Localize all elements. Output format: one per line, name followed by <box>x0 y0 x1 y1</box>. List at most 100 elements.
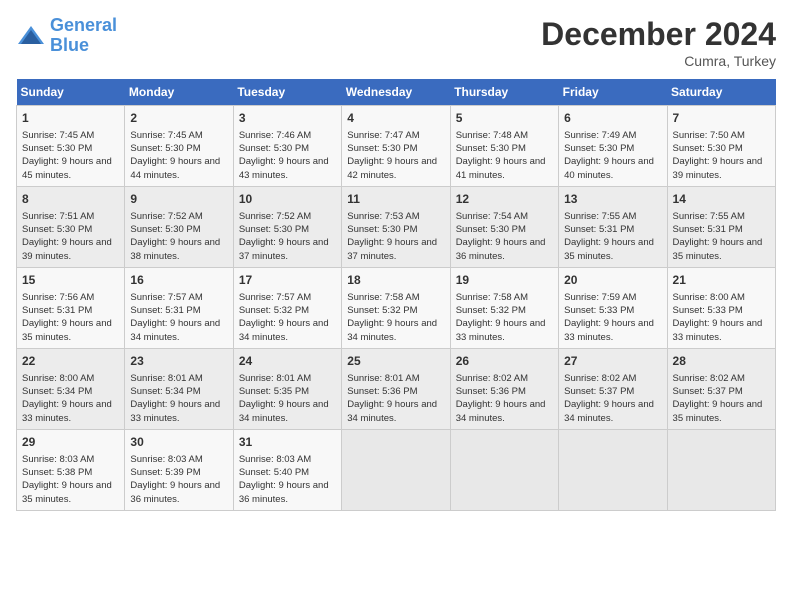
page-header: General Blue December 2024 Cumra, Turkey <box>16 16 776 69</box>
calendar-cell: 31 Sunrise: 8:03 AMSunset: 5:40 PMDayligh… <box>233 429 341 510</box>
day-info: Sunrise: 7:47 AMSunset: 5:30 PMDaylight:… <box>347 129 444 182</box>
day-number: 17 <box>239 272 336 289</box>
day-info: Sunrise: 8:03 AMSunset: 5:39 PMDaylight:… <box>130 453 227 506</box>
calendar-cell: 19 Sunrise: 7:58 AMSunset: 5:32 PMDayligh… <box>450 267 558 348</box>
calendar-cell: 12 Sunrise: 7:54 AMSunset: 5:30 PMDayligh… <box>450 186 558 267</box>
day-info: Sunrise: 7:56 AMSunset: 5:31 PMDaylight:… <box>22 291 119 344</box>
weekday-header-row: SundayMondayTuesdayWednesdayThursdayFrid… <box>17 79 776 106</box>
calendar-week-2: 8Sunrise: 7:51 AMSunset: 5:30 PMDaylight… <box>17 186 776 267</box>
day-info: Sunrise: 7:46 AMSunset: 5:30 PMDaylight:… <box>239 129 336 182</box>
calendar-cell: 23 Sunrise: 8:01 AMSunset: 5:34 PMDayligh… <box>125 348 233 429</box>
day-number: 26 <box>456 353 553 370</box>
calendar-week-5: 29 Sunrise: 8:03 AMSunset: 5:38 PMDayligh… <box>17 429 776 510</box>
day-info: Sunrise: 7:55 AMSunset: 5:31 PMDaylight:… <box>564 210 661 263</box>
location-subtitle: Cumra, Turkey <box>541 53 776 69</box>
day-info: Sunrise: 7:58 AMSunset: 5:32 PMDaylight:… <box>456 291 553 344</box>
calendar-cell: 3 Sunrise: 7:46 AMSunset: 5:30 PMDaylight… <box>233 106 341 187</box>
weekday-saturday: Saturday <box>667 79 775 106</box>
day-number: 9 <box>130 191 227 208</box>
calendar-cell: 14 Sunrise: 7:55 AMSunset: 5:31 PMDayligh… <box>667 186 775 267</box>
day-info: Sunrise: 7:54 AMSunset: 5:30 PMDaylight:… <box>456 210 553 263</box>
calendar-cell <box>559 429 667 510</box>
weekday-friday: Friday <box>559 79 667 106</box>
calendar-cell <box>667 429 775 510</box>
calendar-cell: 4 Sunrise: 7:47 AMSunset: 5:30 PMDaylight… <box>342 106 450 187</box>
calendar-cell: 29 Sunrise: 8:03 AMSunset: 5:38 PMDayligh… <box>17 429 125 510</box>
day-number: 1 <box>22 110 119 127</box>
calendar-body: 1 Sunrise: 7:45 AMSunset: 5:30 PMDaylight… <box>17 106 776 511</box>
day-number: 11 <box>347 191 444 208</box>
calendar-cell: 7 Sunrise: 7:50 AMSunset: 5:30 PMDaylight… <box>667 106 775 187</box>
calendar-cell <box>450 429 558 510</box>
day-info: Sunrise: 7:45 AMSunset: 5:30 PMDaylight:… <box>22 129 119 182</box>
day-number: 21 <box>673 272 770 289</box>
weekday-sunday: Sunday <box>17 79 125 106</box>
day-info: Sunrise: 7:55 AMSunset: 5:31 PMDaylight:… <box>673 210 770 263</box>
calendar-cell: 10Sunrise: 7:52 AMSunset: 5:30 PMDayligh… <box>233 186 341 267</box>
day-info: Sunrise: 7:57 AMSunset: 5:32 PMDaylight:… <box>239 291 336 344</box>
calendar-cell: 27Sunrise: 8:02 AMSunset: 5:37 PMDayligh… <box>559 348 667 429</box>
day-number: 19 <box>456 272 553 289</box>
calendar-cell: 20 Sunrise: 7:59 AMSunset: 5:33 PMDayligh… <box>559 267 667 348</box>
day-number: 20 <box>564 272 661 289</box>
calendar-cell: 30 Sunrise: 8:03 AMSunset: 5:39 PMDayligh… <box>125 429 233 510</box>
day-number: 28 <box>673 353 770 370</box>
calendar-cell: 6 Sunrise: 7:49 AMSunset: 5:30 PMDaylight… <box>559 106 667 187</box>
day-info: Sunrise: 7:58 AMSunset: 5:32 PMDaylight:… <box>347 291 444 344</box>
day-info: Sunrise: 8:02 AMSunset: 5:37 PMDaylight:… <box>673 372 770 425</box>
calendar-cell: 16Sunrise: 7:57 AMSunset: 5:31 PMDayligh… <box>125 267 233 348</box>
calendar-cell: 28 Sunrise: 8:02 AMSunset: 5:37 PMDayligh… <box>667 348 775 429</box>
title-block: December 2024 Cumra, Turkey <box>541 16 776 69</box>
day-number: 12 <box>456 191 553 208</box>
day-info: Sunrise: 7:52 AMSunset: 5:30 PMDaylight:… <box>130 210 227 263</box>
day-number: 14 <box>673 191 770 208</box>
day-info: Sunrise: 7:50 AMSunset: 5:30 PMDaylight:… <box>673 129 770 182</box>
day-number: 31 <box>239 434 336 451</box>
calendar-week-1: 1 Sunrise: 7:45 AMSunset: 5:30 PMDaylight… <box>17 106 776 187</box>
logo-text: General Blue <box>50 16 117 56</box>
calendar-week-4: 22Sunrise: 8:00 AMSunset: 5:34 PMDayligh… <box>17 348 776 429</box>
calendar-cell: 11 Sunrise: 7:53 AMSunset: 5:30 PMDayligh… <box>342 186 450 267</box>
calendar-week-3: 15 Sunrise: 7:56 AMSunset: 5:31 PMDayligh… <box>17 267 776 348</box>
logo: General Blue <box>16 16 117 56</box>
calendar-cell: 18Sunrise: 7:58 AMSunset: 5:32 PMDayligh… <box>342 267 450 348</box>
day-info: Sunrise: 7:53 AMSunset: 5:30 PMDaylight:… <box>347 210 444 263</box>
day-info: Sunrise: 7:57 AMSunset: 5:31 PMDaylight:… <box>130 291 227 344</box>
calendar-cell: 26 Sunrise: 8:02 AMSunset: 5:36 PMDayligh… <box>450 348 558 429</box>
day-number: 30 <box>130 434 227 451</box>
day-number: 29 <box>22 434 119 451</box>
weekday-monday: Monday <box>125 79 233 106</box>
day-info: Sunrise: 8:03 AMSunset: 5:38 PMDaylight:… <box>22 453 119 506</box>
weekday-wednesday: Wednesday <box>342 79 450 106</box>
day-info: Sunrise: 8:02 AMSunset: 5:36 PMDaylight:… <box>456 372 553 425</box>
day-info: Sunrise: 7:52 AMSunset: 5:30 PMDaylight:… <box>239 210 336 263</box>
day-info: Sunrise: 8:03 AMSunset: 5:40 PMDaylight:… <box>239 453 336 506</box>
day-number: 13 <box>564 191 661 208</box>
day-info: Sunrise: 8:01 AMSunset: 5:36 PMDaylight:… <box>347 372 444 425</box>
calendar-cell: 25 Sunrise: 8:01 AMSunset: 5:36 PMDayligh… <box>342 348 450 429</box>
day-number: 2 <box>130 110 227 127</box>
logo-icon <box>16 24 46 48</box>
day-number: 23 <box>130 353 227 370</box>
calendar-table: SundayMondayTuesdayWednesdayThursdayFrid… <box>16 79 776 511</box>
day-info: Sunrise: 7:48 AMSunset: 5:30 PMDaylight:… <box>456 129 553 182</box>
day-info: Sunrise: 8:00 AMSunset: 5:33 PMDaylight:… <box>673 291 770 344</box>
day-info: Sunrise: 8:01 AMSunset: 5:34 PMDaylight:… <box>130 372 227 425</box>
day-number: 4 <box>347 110 444 127</box>
calendar-cell: 17 Sunrise: 7:57 AMSunset: 5:32 PMDayligh… <box>233 267 341 348</box>
day-info: Sunrise: 7:51 AMSunset: 5:30 PMDaylight:… <box>22 210 119 263</box>
day-number: 5 <box>456 110 553 127</box>
day-number: 7 <box>673 110 770 127</box>
day-number: 6 <box>564 110 661 127</box>
calendar-cell: 1 Sunrise: 7:45 AMSunset: 5:30 PMDaylight… <box>17 106 125 187</box>
day-number: 27 <box>564 353 661 370</box>
calendar-cell: 24Sunrise: 8:01 AMSunset: 5:35 PMDayligh… <box>233 348 341 429</box>
day-number: 3 <box>239 110 336 127</box>
day-info: Sunrise: 7:49 AMSunset: 5:30 PMDaylight:… <box>564 129 661 182</box>
day-number: 25 <box>347 353 444 370</box>
day-info: Sunrise: 7:59 AMSunset: 5:33 PMDaylight:… <box>564 291 661 344</box>
calendar-cell: 5 Sunrise: 7:48 AMSunset: 5:30 PMDaylight… <box>450 106 558 187</box>
calendar-cell: 15 Sunrise: 7:56 AMSunset: 5:31 PMDayligh… <box>17 267 125 348</box>
calendar-cell: 8Sunrise: 7:51 AMSunset: 5:30 PMDaylight… <box>17 186 125 267</box>
day-number: 15 <box>22 272 119 289</box>
